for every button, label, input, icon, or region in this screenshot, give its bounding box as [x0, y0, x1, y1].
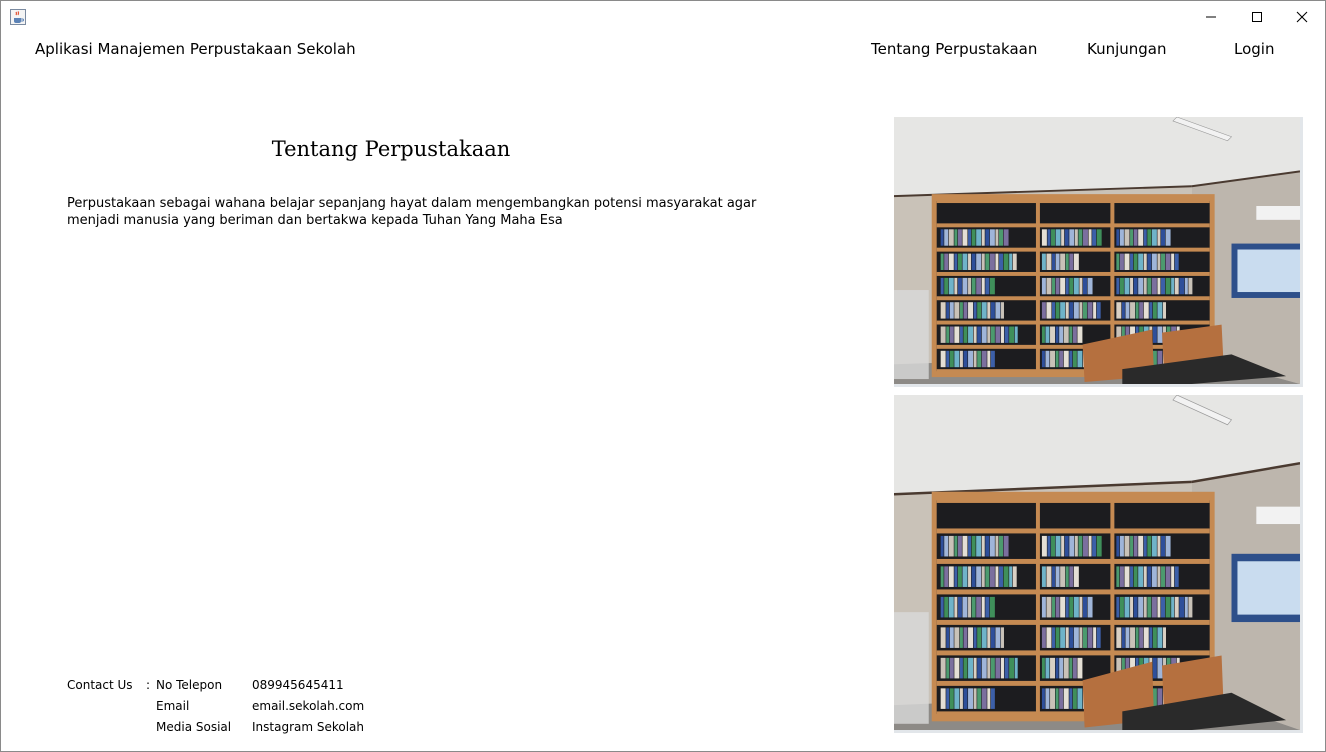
contact-label: Contact Us — [67, 678, 133, 692]
maximize-icon — [1252, 12, 1262, 22]
library-bookshelf-photo — [894, 395, 1300, 730]
close-button[interactable] — [1279, 1, 1325, 33]
contact-separator: : — [146, 678, 151, 692]
library-photo-top — [894, 117, 1303, 387]
app-window: Aplikasi Manajemen Perpustakaan Sekolah … — [0, 0, 1326, 752]
library-photo-bottom — [894, 395, 1303, 733]
nav-kunjungan[interactable]: Kunjungan — [1087, 39, 1167, 59]
library-bookshelf-photo — [894, 117, 1300, 384]
contact-phone-label: No Telepon — [156, 678, 223, 692]
page-title: Tentang Perpustakaan — [271, 137, 511, 161]
app-title: Aplikasi Manajemen Perpustakaan Sekolah — [35, 40, 356, 58]
nav-login[interactable]: Login — [1234, 39, 1274, 59]
minimize-icon — [1206, 16, 1216, 18]
contact-email-label: Email — [156, 699, 190, 713]
contact-social-value: Instagram Sekolah — [252, 720, 365, 734]
java-cup-icon — [10, 9, 26, 25]
close-icon — [1296, 11, 1308, 23]
minimize-button[interactable] — [1188, 1, 1234, 33]
library-description: Perpustakaan sebagai wahana belajar sepa… — [67, 196, 757, 228]
contact-social-label: Media Sosial — [156, 720, 232, 734]
maximize-button[interactable] — [1234, 1, 1280, 33]
contact-phone-value: 089945645411 — [252, 678, 344, 692]
contact-email-value: email.sekolah.com — [252, 699, 365, 713]
nav-tentang-perpustakaan[interactable]: Tentang Perpustakaan — [871, 39, 1037, 59]
